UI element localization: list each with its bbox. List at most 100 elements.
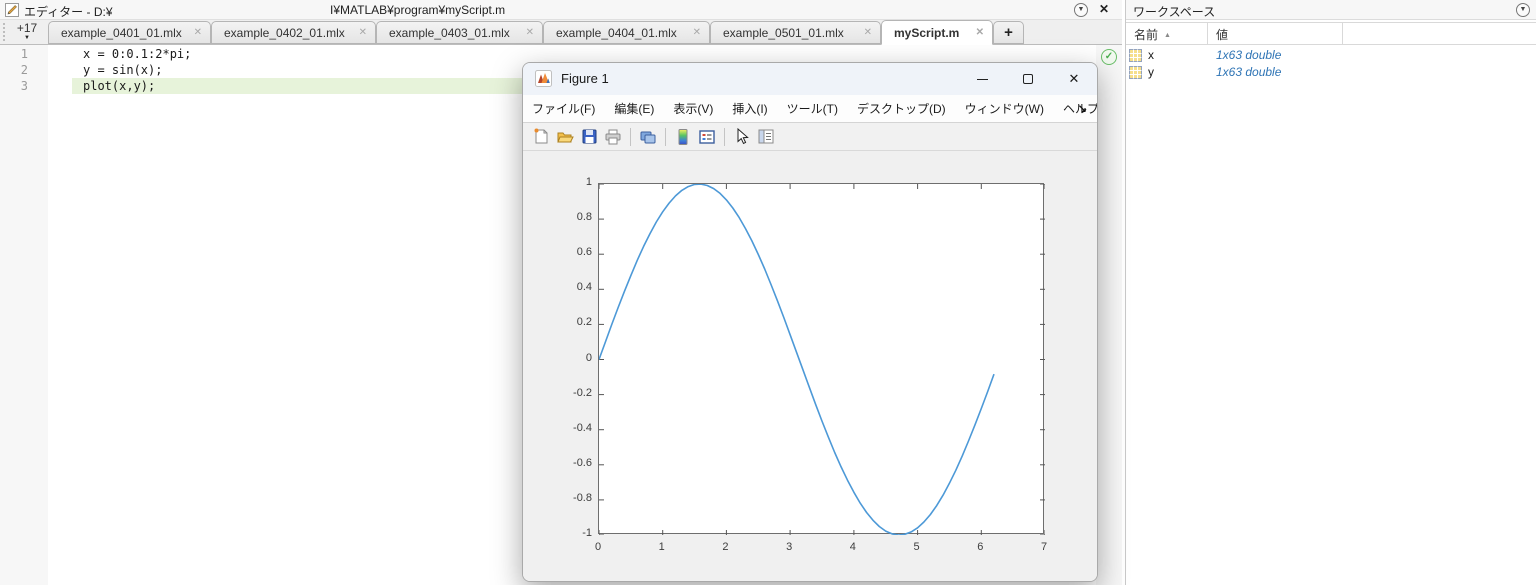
- printer-icon: [604, 128, 622, 146]
- editor-titlebar: エディター - D:¥ I¥MATLAB¥program¥myScript.m …: [0, 0, 1122, 20]
- figure-window[interactable]: Figure 1 ✕ ファイル(F) 編集(E) 表示(V) 挿入(I) ツール…: [522, 62, 1098, 582]
- save-figure-button[interactable]: [577, 125, 601, 149]
- workspace-panel: ワークスペース ▼ 名前▲ 値 x 1x63 double y 1x63 dou…: [1125, 0, 1536, 585]
- y-tick-label: -0.4: [556, 422, 592, 434]
- menu-tools[interactable]: ツール(T): [787, 100, 838, 117]
- x-tick-label: 2: [710, 541, 740, 553]
- tab-label: example_0404_01.mlx: [556, 26, 677, 40]
- menu-view[interactable]: 表示(V): [673, 100, 713, 117]
- x-tick-label: 4: [838, 541, 868, 553]
- insert-legend-button[interactable]: [695, 125, 719, 149]
- tab-example-0401[interactable]: example_0401_01.mlx ✕: [48, 21, 211, 44]
- tab-close-icon[interactable]: ✕: [693, 27, 701, 38]
- figure-toolbar: [523, 123, 1097, 151]
- maximize-icon: [1023, 74, 1033, 84]
- open-file-button[interactable]: [553, 125, 577, 149]
- tab-close-icon[interactable]: ✕: [976, 27, 984, 38]
- tab-example-0404[interactable]: example_0404_01.mlx ✕: [543, 21, 710, 44]
- column-header-value[interactable]: 値: [1208, 23, 1343, 44]
- y-tick-label: 0.6: [556, 246, 592, 258]
- figure-titlebar[interactable]: Figure 1 ✕: [523, 63, 1097, 95]
- tab-bar-grip[interactable]: [1, 23, 7, 42]
- x-tick-label: 1: [647, 541, 677, 553]
- column-header-empty: [1343, 23, 1536, 44]
- sort-ascending-icon: ▲: [1164, 32, 1171, 39]
- colorbar-icon: [675, 128, 691, 146]
- tab-example-0501[interactable]: example_0501_01.mlx ✕: [710, 21, 881, 44]
- code-analyzer-rail: ✓: [1096, 45, 1122, 585]
- link-plot-button[interactable]: [636, 125, 660, 149]
- dock-figure-icon[interactable]: ↘: [1078, 102, 1087, 115]
- y-tick-label: 1: [556, 176, 592, 188]
- tab-myscript[interactable]: myScript.m ✕: [881, 20, 993, 45]
- insert-colorbar-button[interactable]: [671, 125, 695, 149]
- property-inspector-button[interactable]: [754, 125, 778, 149]
- editor-actions-icon[interactable]: ▼: [1074, 3, 1088, 17]
- y-tick-label: -0.6: [556, 457, 592, 469]
- tab-label: myScript.m: [894, 26, 959, 40]
- matrix-variable-icon: [1129, 49, 1142, 62]
- hidden-tabs-button[interactable]: +17 ▼: [8, 20, 46, 45]
- tab-label: example_0402_01.mlx: [224, 26, 345, 40]
- x-axis-tick-labels: 01234567: [598, 541, 1044, 555]
- hidden-tabs-count: +17: [8, 20, 46, 36]
- y-tick-label: -1: [556, 527, 592, 539]
- new-figure-button[interactable]: [529, 125, 553, 149]
- matlab-figure-icon: [535, 70, 552, 87]
- editor-title: エディター - D:¥: [24, 3, 113, 20]
- x-tick-label: 6: [965, 541, 995, 553]
- variable-value: 1x63 double: [1216, 48, 1281, 62]
- figure-canvas: 01234567 -1-0.8-0.6-0.4-0.200.20.40.60.8…: [523, 151, 1097, 582]
- variable-value: 1x63 double: [1216, 65, 1281, 79]
- column-header-name[interactable]: 名前▲: [1126, 23, 1208, 44]
- workspace-actions-icon[interactable]: ▼: [1516, 3, 1530, 17]
- editor-pencil-icon: [5, 3, 19, 17]
- y-tick-label: 0.4: [556, 281, 592, 293]
- tab-close-icon[interactable]: ✕: [864, 27, 872, 38]
- legend-icon: [698, 128, 716, 146]
- tab-close-icon[interactable]: ✕: [359, 27, 367, 38]
- menu-edit[interactable]: 編集(E): [614, 100, 654, 117]
- menu-desktop[interactable]: デスクトップ(D): [857, 100, 946, 117]
- y-tick-label: 0.2: [556, 316, 592, 328]
- editor-close-icon[interactable]: ✕: [1099, 2, 1109, 16]
- maximize-button[interactable]: [1005, 63, 1051, 95]
- y-tick-label: -0.2: [556, 387, 592, 399]
- new-document-icon: [533, 128, 550, 145]
- tab-close-icon[interactable]: ✕: [526, 27, 534, 38]
- pointer-icon: [734, 128, 750, 145]
- new-tab-button[interactable]: +: [993, 21, 1024, 44]
- tab-close-icon[interactable]: ✕: [194, 27, 202, 38]
- y-tick-label: 0.8: [556, 211, 592, 223]
- menu-window[interactable]: ウィンドウ(W): [965, 100, 1044, 117]
- line-number-gutter: 1 2 3: [0, 45, 48, 585]
- link-plot-icon: [639, 128, 657, 146]
- tab-label: example_0403_01.mlx: [389, 26, 510, 40]
- tab-example-0403[interactable]: example_0403_01.mlx ✕: [376, 21, 543, 44]
- variable-name: y: [1148, 65, 1154, 79]
- menu-file[interactable]: ファイル(F): [532, 100, 595, 117]
- workspace-row-x[interactable]: x 1x63 double: [1126, 47, 1536, 64]
- workspace-row-y[interactable]: y 1x63 double: [1126, 64, 1536, 81]
- x-tick-label: 5: [902, 541, 932, 553]
- toolbar-separator: [630, 128, 631, 146]
- tab-label: example_0401_01.mlx: [61, 26, 182, 40]
- figure-menubar: ファイル(F) 編集(E) 表示(V) 挿入(I) ツール(T) デスクトップ(…: [523, 95, 1097, 123]
- menu-insert[interactable]: 挿入(I): [732, 100, 767, 117]
- code-line-1[interactable]: x = 0:0.1:2*pi;: [72, 46, 1096, 62]
- x-tick-label: 0: [583, 541, 613, 553]
- close-button[interactable]: ✕: [1051, 63, 1097, 95]
- line-number: 2: [21, 62, 28, 78]
- minimize-button[interactable]: [959, 63, 1005, 95]
- matrix-variable-icon: [1129, 66, 1142, 79]
- line-number: 1: [21, 46, 28, 62]
- y-axis-tick-labels: -1-0.8-0.6-0.4-0.200.20.40.60.81: [556, 183, 592, 534]
- code-analyzer-check-icon[interactable]: ✓: [1101, 49, 1117, 65]
- toolbar-separator: [724, 128, 725, 146]
- x-tick-label: 7: [1029, 541, 1059, 553]
- save-icon: [581, 128, 598, 145]
- print-figure-button[interactable]: [601, 125, 625, 149]
- tab-example-0402[interactable]: example_0402_01.mlx ✕: [211, 21, 376, 44]
- edit-plot-button[interactable]: [730, 125, 754, 149]
- editor-file-path: I¥MATLAB¥program¥myScript.m: [330, 3, 505, 17]
